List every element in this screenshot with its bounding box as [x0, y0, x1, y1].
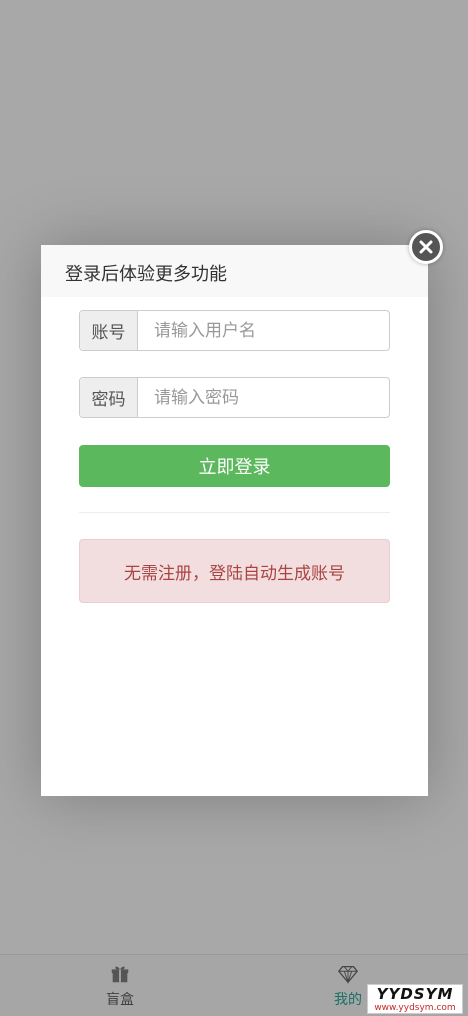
- username-field: 账号: [79, 310, 390, 351]
- modal-title: 登录后体验更多功能: [65, 264, 227, 285]
- password-addon: 密码: [80, 378, 138, 417]
- tab-blindbox-label: 盲盒: [106, 992, 134, 1008]
- login-button[interactable]: 立即登录: [79, 445, 390, 487]
- modal-header: 登录后体验更多功能: [41, 245, 428, 297]
- notice-alert: 无需注册，登陆自动生成账号: [79, 539, 390, 603]
- watermark-line2: www.yydsym.com: [374, 1003, 456, 1013]
- username-addon: 账号: [80, 311, 138, 350]
- password-input[interactable]: [138, 378, 389, 417]
- gift-icon: [111, 966, 129, 983]
- divider: [79, 512, 390, 513]
- tab-blindbox[interactable]: 盲盒: [60, 961, 180, 1013]
- close-button[interactable]: [409, 230, 443, 264]
- close-icon: [419, 240, 433, 254]
- password-field: 密码: [79, 377, 390, 418]
- watermark-logo: YYDSYM www.yydsym.com: [367, 984, 463, 1014]
- diamond-icon: [338, 966, 358, 984]
- username-input[interactable]: [138, 311, 389, 350]
- watermark-line1: YYDSYM: [376, 985, 454, 1003]
- tab-mine-label: 我的: [334, 992, 362, 1008]
- login-modal: 登录后体验更多功能 账号 密码 立即登录 无需注册，登陆自动生成账号: [41, 245, 428, 796]
